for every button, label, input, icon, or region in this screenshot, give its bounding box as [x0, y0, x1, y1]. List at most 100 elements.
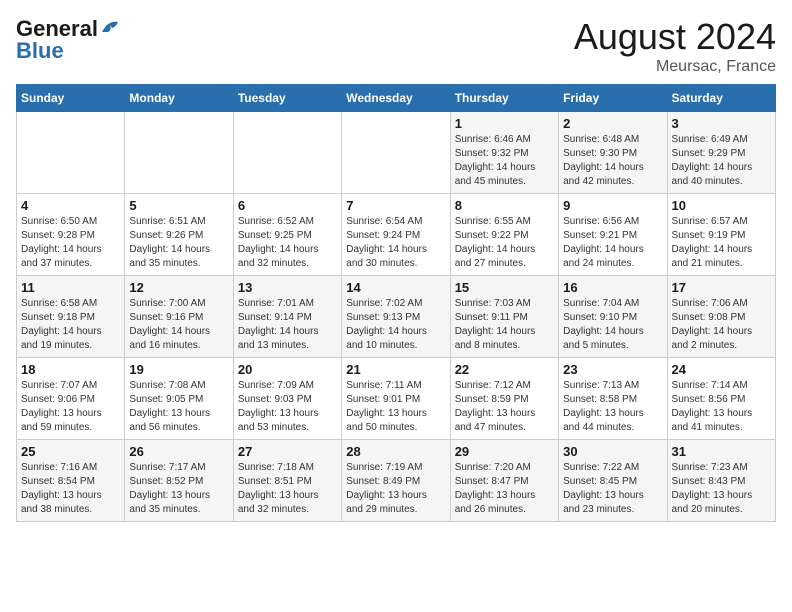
day-number: 29 [455, 444, 554, 459]
day-number: 18 [21, 362, 120, 377]
calendar-cell: 1Sunrise: 6:46 AMSunset: 9:32 PMDaylight… [450, 112, 558, 194]
calendar-table: SundayMondayTuesdayWednesdayThursdayFrid… [16, 84, 776, 522]
calendar-header: SundayMondayTuesdayWednesdayThursdayFrid… [17, 85, 776, 112]
calendar-cell: 30Sunrise: 7:22 AMSunset: 8:45 PMDayligh… [559, 440, 667, 522]
day-number: 11 [21, 280, 120, 295]
day-number: 17 [672, 280, 771, 295]
day-number: 16 [563, 280, 662, 295]
day-info: Sunrise: 6:48 AMSunset: 9:30 PMDaylight:… [563, 133, 662, 189]
day-info: Sunrise: 6:51 AMSunset: 9:26 PMDaylight:… [129, 215, 228, 271]
calendar-cell: 2 Sunrise: 6:48 AMSunset: 9:30 PMDaylight… [559, 112, 667, 194]
calendar-cell: 15 Sunrise: 7:03 AMSunset: 9:11 PMDayligh… [450, 276, 558, 358]
day-number: 2 [563, 116, 662, 131]
header-saturday: Saturday [667, 85, 775, 112]
day-number: 10 [672, 198, 771, 213]
day-info: Sunrise: 6:57 AMSunset: 9:19 PMDaylight:… [672, 215, 771, 271]
week-row-4: 18 Sunrise: 7:07 AMSunset: 9:06 PMDayligh… [17, 358, 776, 440]
day-number: 4 [21, 198, 120, 213]
day-number: 5 [129, 198, 228, 213]
header-tuesday: Tuesday [233, 85, 341, 112]
day-info: Sunrise: 7:11 AMSunset: 9:01 PMDaylight:… [346, 379, 445, 435]
day-info: Sunrise: 7:01 AMSunset: 9:14 PMDaylight:… [238, 297, 337, 353]
calendar-cell: 17 Sunrise: 7:06 AMSunset: 9:08 PMDayligh… [667, 276, 775, 358]
header-monday: Monday [125, 85, 233, 112]
calendar-cell: 22 Sunrise: 7:12 AMSunset: 8:59 PMDayligh… [450, 358, 558, 440]
day-info: Sunrise: 7:20 AMSunset: 8:47 PMDaylight:… [455, 461, 554, 517]
calendar-cell [233, 112, 341, 194]
calendar-cell: 5 Sunrise: 6:51 AMSunset: 9:26 PMDaylight… [125, 194, 233, 276]
header-thursday: Thursday [450, 85, 558, 112]
calendar-cell: 7 Sunrise: 6:54 AMSunset: 9:24 PMDaylight… [342, 194, 450, 276]
day-info: Sunrise: 7:03 AMSunset: 9:11 PMDaylight:… [455, 297, 554, 353]
day-number: 23 [563, 362, 662, 377]
day-number: 21 [346, 362, 445, 377]
calendar-cell [342, 112, 450, 194]
calendar-cell: 16 Sunrise: 7:04 AMSunset: 9:10 PMDayligh… [559, 276, 667, 358]
day-number: 13 [238, 280, 337, 295]
calendar-subtitle: Meursac, France [574, 58, 776, 76]
calendar-cell: 26Sunrise: 7:17 AMSunset: 8:52 PMDayligh… [125, 440, 233, 522]
day-info: Sunrise: 7:13 AMSunset: 8:58 PMDaylight:… [563, 379, 662, 435]
calendar-body: 1Sunrise: 6:46 AMSunset: 9:32 PMDaylight… [17, 112, 776, 522]
calendar-cell: 6 Sunrise: 6:52 AMSunset: 9:25 PMDaylight… [233, 194, 341, 276]
calendar-cell: 31 Sunrise: 7:23 AMSunset: 8:43 PMDayligh… [667, 440, 775, 522]
header-sunday: Sunday [17, 85, 125, 112]
day-number: 12 [129, 280, 228, 295]
day-number: 8 [455, 198, 554, 213]
calendar-title: August 2024 [574, 16, 776, 58]
calendar-cell: 25 Sunrise: 7:16 AMSunset: 8:54 PMDayligh… [17, 440, 125, 522]
calendar-cell: 27Sunrise: 7:18 AMSunset: 8:51 PMDayligh… [233, 440, 341, 522]
logo-bird-icon [100, 18, 122, 36]
day-info: Sunrise: 6:52 AMSunset: 9:25 PMDaylight:… [238, 215, 337, 271]
calendar-cell: 14 Sunrise: 7:02 AMSunset: 9:13 PMDayligh… [342, 276, 450, 358]
day-number: 28 [346, 444, 445, 459]
day-info: Sunrise: 7:12 AMSunset: 8:59 PMDaylight:… [455, 379, 554, 435]
weekday-header-row: SundayMondayTuesdayWednesdayThursdayFrid… [17, 85, 776, 112]
header-wednesday: Wednesday [342, 85, 450, 112]
day-number: 20 [238, 362, 337, 377]
calendar-cell: 21 Sunrise: 7:11 AMSunset: 9:01 PMDayligh… [342, 358, 450, 440]
page-header: General Blue August 2024 Meursac, France [16, 16, 776, 76]
calendar-cell: 3Sunrise: 6:49 AMSunset: 9:29 PMDaylight… [667, 112, 775, 194]
day-info: Sunrise: 6:55 AMSunset: 9:22 PMDaylight:… [455, 215, 554, 271]
title-block: August 2024 Meursac, France [574, 16, 776, 76]
day-info: Sunrise: 6:56 AMSunset: 9:21 PMDaylight:… [563, 215, 662, 271]
calendar-cell: 4 Sunrise: 6:50 AMSunset: 9:28 PMDaylight… [17, 194, 125, 276]
day-info: Sunrise: 6:58 AMSunset: 9:18 PMDaylight:… [21, 297, 120, 353]
day-info: Sunrise: 6:46 AMSunset: 9:32 PMDaylight:… [455, 133, 554, 189]
calendar-cell: 8 Sunrise: 6:55 AMSunset: 9:22 PMDaylight… [450, 194, 558, 276]
day-number: 24 [672, 362, 771, 377]
logo: General Blue [16, 16, 122, 64]
header-friday: Friday [559, 85, 667, 112]
day-info: Sunrise: 7:04 AMSunset: 9:10 PMDaylight:… [563, 297, 662, 353]
day-number: 27 [238, 444, 337, 459]
calendar-cell: 12Sunrise: 7:00 AMSunset: 9:16 PMDayligh… [125, 276, 233, 358]
day-number: 15 [455, 280, 554, 295]
day-info: Sunrise: 7:02 AMSunset: 9:13 PMDaylight:… [346, 297, 445, 353]
calendar-cell: 28Sunrise: 7:19 AMSunset: 8:49 PMDayligh… [342, 440, 450, 522]
day-info: Sunrise: 7:17 AMSunset: 8:52 PMDaylight:… [129, 461, 228, 517]
calendar-cell: 10 Sunrise: 6:57 AMSunset: 9:19 PMDayligh… [667, 194, 775, 276]
day-info: Sunrise: 7:22 AMSunset: 8:45 PMDaylight:… [563, 461, 662, 517]
week-row-3: 11 Sunrise: 6:58 AMSunset: 9:18 PMDayligh… [17, 276, 776, 358]
calendar-cell [17, 112, 125, 194]
day-info: Sunrise: 6:49 AMSunset: 9:29 PMDaylight:… [672, 133, 771, 189]
day-info: Sunrise: 6:54 AMSunset: 9:24 PMDaylight:… [346, 215, 445, 271]
day-info: Sunrise: 6:50 AMSunset: 9:28 PMDaylight:… [21, 215, 120, 271]
day-number: 14 [346, 280, 445, 295]
day-number: 19 [129, 362, 228, 377]
day-number: 31 [672, 444, 771, 459]
calendar-cell: 23 Sunrise: 7:13 AMSunset: 8:58 PMDayligh… [559, 358, 667, 440]
logo-blue-text: Blue [16, 38, 64, 64]
calendar-cell [125, 112, 233, 194]
day-info: Sunrise: 7:07 AMSunset: 9:06 PMDaylight:… [21, 379, 120, 435]
day-info: Sunrise: 7:16 AMSunset: 8:54 PMDaylight:… [21, 461, 120, 517]
day-number: 6 [238, 198, 337, 213]
day-info: Sunrise: 7:23 AMSunset: 8:43 PMDaylight:… [672, 461, 771, 517]
day-info: Sunrise: 7:09 AMSunset: 9:03 PMDaylight:… [238, 379, 337, 435]
day-number: 22 [455, 362, 554, 377]
day-number: 7 [346, 198, 445, 213]
calendar-cell: 9Sunrise: 6:56 AMSunset: 9:21 PMDaylight… [559, 194, 667, 276]
day-info: Sunrise: 7:06 AMSunset: 9:08 PMDaylight:… [672, 297, 771, 353]
day-number: 25 [21, 444, 120, 459]
